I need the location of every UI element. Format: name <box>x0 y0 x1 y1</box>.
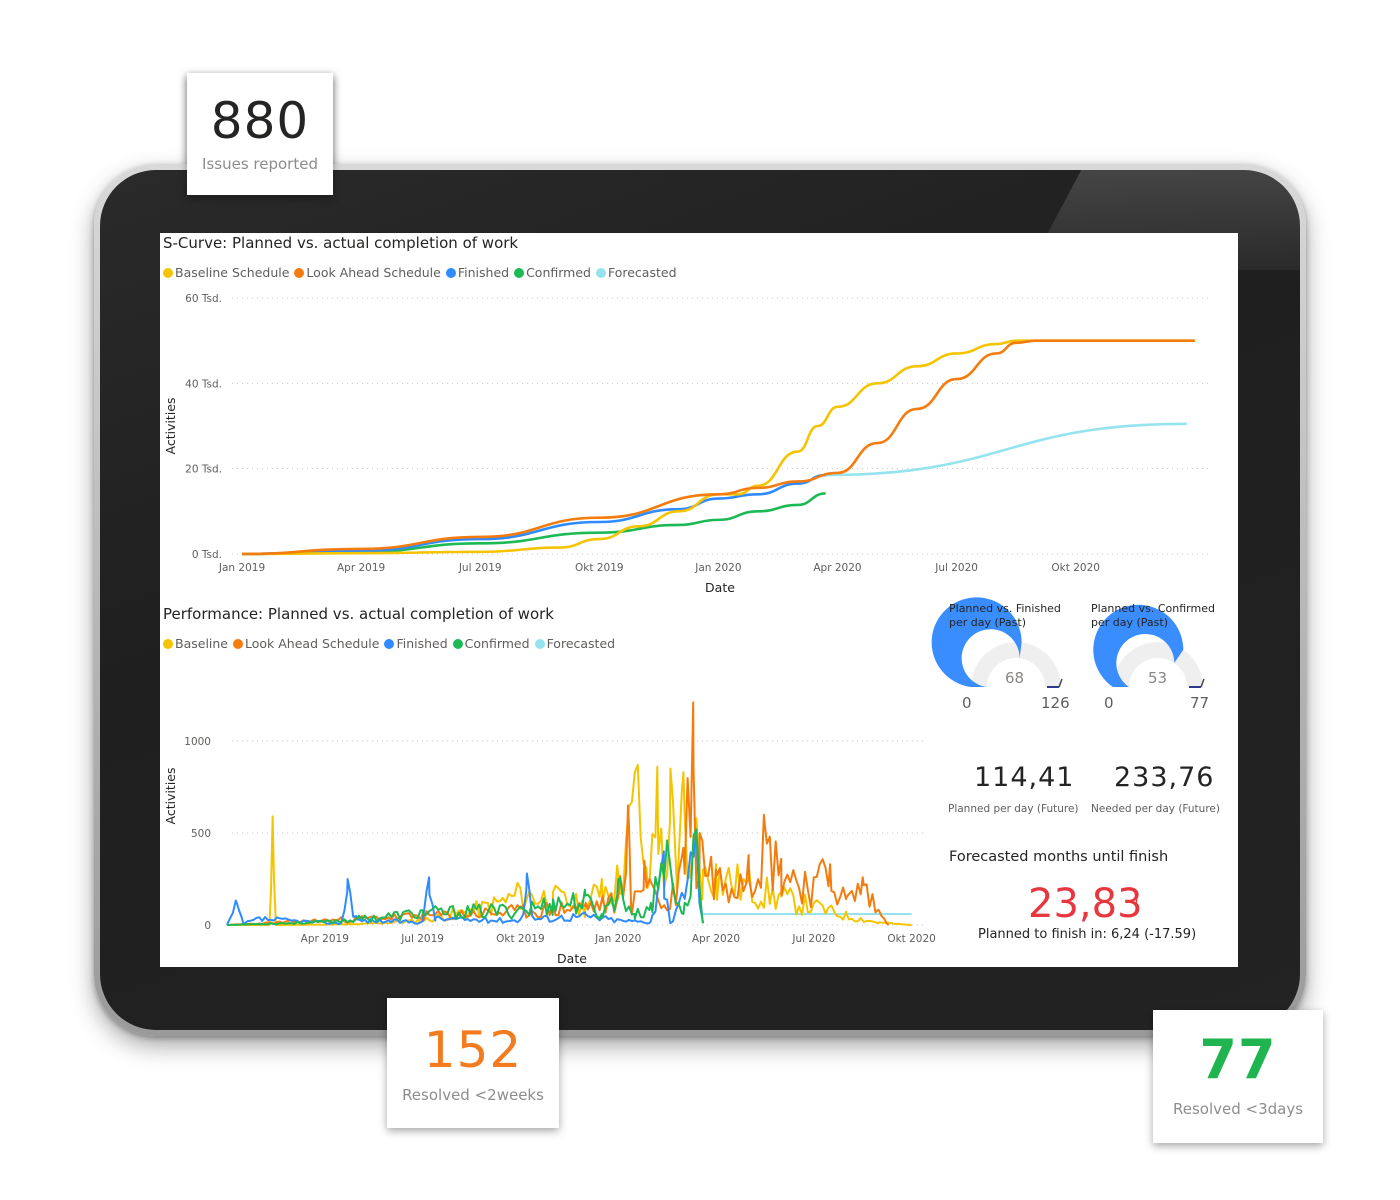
scurve-series-baseline <box>241 339 1195 556</box>
legend-item-finished[interactable]: Finished <box>384 636 448 651</box>
resolved-3days-card: 77 Resolved <3days <box>1153 1010 1323 1143</box>
performance-y-tick: 500 <box>191 828 211 840</box>
scurve-x-tick: Jul 2020 <box>934 562 978 574</box>
scurve-x-tick: Apr 2019 <box>337 562 385 574</box>
performance-series-confirmed <box>226 828 704 926</box>
scurve-y-axis-title: Activities <box>163 397 178 454</box>
gauge-confirmed-max: 77 <box>1190 694 1210 712</box>
scurve-series-forecasted <box>825 422 1187 477</box>
scurve-x-tick: Apr 2020 <box>813 562 861 574</box>
legend-dot-forecasted <box>534 638 545 649</box>
kpi-needed-per-day-value: 233,76 <box>1114 762 1215 793</box>
legend-dot-baseline <box>163 638 173 649</box>
gauge-confirmed-min: 0 <box>1104 694 1114 712</box>
gauge-finished-min: 0 <box>962 694 972 712</box>
scurve-x-tick: Okt 2020 <box>1051 562 1100 574</box>
performance-y-tick: 1000 <box>184 736 211 748</box>
issues-reported-label: Issues reported <box>202 155 318 173</box>
gauge-finished-max: 126 <box>1041 694 1070 712</box>
scurve-x-tick: Jan 2019 <box>218 562 265 574</box>
performance-y-axis-title: Activities <box>163 767 178 824</box>
issues-reported-value: 880 <box>210 92 310 150</box>
kpi-planned-per-day-value: 114,41 <box>974 762 1075 793</box>
legend-dot-confirmed <box>452 638 463 649</box>
scurve-x-tick: Jul 2019 <box>458 562 502 574</box>
resolved-2weeks-label: Resolved <2weeks <box>402 1086 544 1104</box>
performance-x-axis-title: Date <box>557 951 587 966</box>
scurve-x-axis-title: Date <box>705 580 735 595</box>
scurve-y-tick: 20 Tsd. <box>185 464 222 476</box>
performance-x-tick: Apr 2019 <box>301 933 349 945</box>
forecast-value: 23,83 <box>1028 881 1143 927</box>
legend-item-confirmed[interactable]: Confirmed <box>452 636 530 651</box>
forecast-alert-icon: ! <box>1134 895 1140 910</box>
performance-x-tick: Apr 2020 <box>692 933 740 945</box>
scurve-x-tick: Okt 2019 <box>575 562 624 574</box>
issues-reported-card-overlay: 880 Issues reported <box>187 73 333 195</box>
kpi-needed-per-day-label: Needed per day (Future) <box>1091 803 1220 815</box>
legend-dot-finished <box>384 638 395 649</box>
gauge-confirmed-title: Planned vs. Confirmed per day (Past) <box>1091 602 1215 629</box>
kpi-planned-per-day-label: Planned per day (Future) <box>948 803 1079 815</box>
performance-x-tick: Jul 2020 <box>791 933 835 945</box>
gauge-finished-value: 68 <box>1005 669 1025 687</box>
performance-legend: Baseline Look Ahead Schedule Finished Co… <box>163 636 620 651</box>
gauge-finished-title: Planned vs. Finished per day (Past) <box>949 602 1061 629</box>
performance-title: Performance: Planned vs. actual completi… <box>163 605 554 623</box>
performance-x-tick: Jan 2020 <box>594 933 641 945</box>
resolved-2weeks-value: 152 <box>423 1021 523 1079</box>
performance-x-tick: Jul 2019 <box>400 933 444 945</box>
resolved-3days-label: Resolved <3days <box>1172 1100 1304 1118</box>
scurve-y-tick: 60 Tsd. <box>185 293 222 305</box>
scurve-series-confirmed <box>241 492 826 556</box>
forecast-subtitle: Planned to finish in: 6,24 (-17.59) <box>978 927 1197 942</box>
scurve-x-tick: Jan 2020 <box>694 562 741 574</box>
legend-item-lookahead[interactable]: Look Ahead Schedule <box>233 636 379 651</box>
scurve-y-tick: 0 Tsd. <box>192 549 222 561</box>
resolved-2weeks-card: 152 Resolved <2weeks <box>387 998 559 1128</box>
forecast-title: Forecasted months until finish <box>949 849 1169 865</box>
resolved-3days-value: 77 <box>1199 1028 1277 1091</box>
performance-x-tick: Okt 2019 <box>496 933 545 945</box>
scurve-series-lookahead <box>241 339 1195 556</box>
legend-item-baseline[interactable]: Baseline <box>163 636 228 651</box>
performance-y-tick: 0 <box>204 920 211 932</box>
gauge-confirmed-value: 53 <box>1148 669 1168 687</box>
legend-dot-lookahead <box>233 638 243 649</box>
performance-x-tick: Okt 2020 <box>887 933 936 945</box>
legend-item-forecasted[interactable]: Forecasted <box>534 636 615 651</box>
scurve-y-tick: 40 Tsd. <box>185 378 222 390</box>
